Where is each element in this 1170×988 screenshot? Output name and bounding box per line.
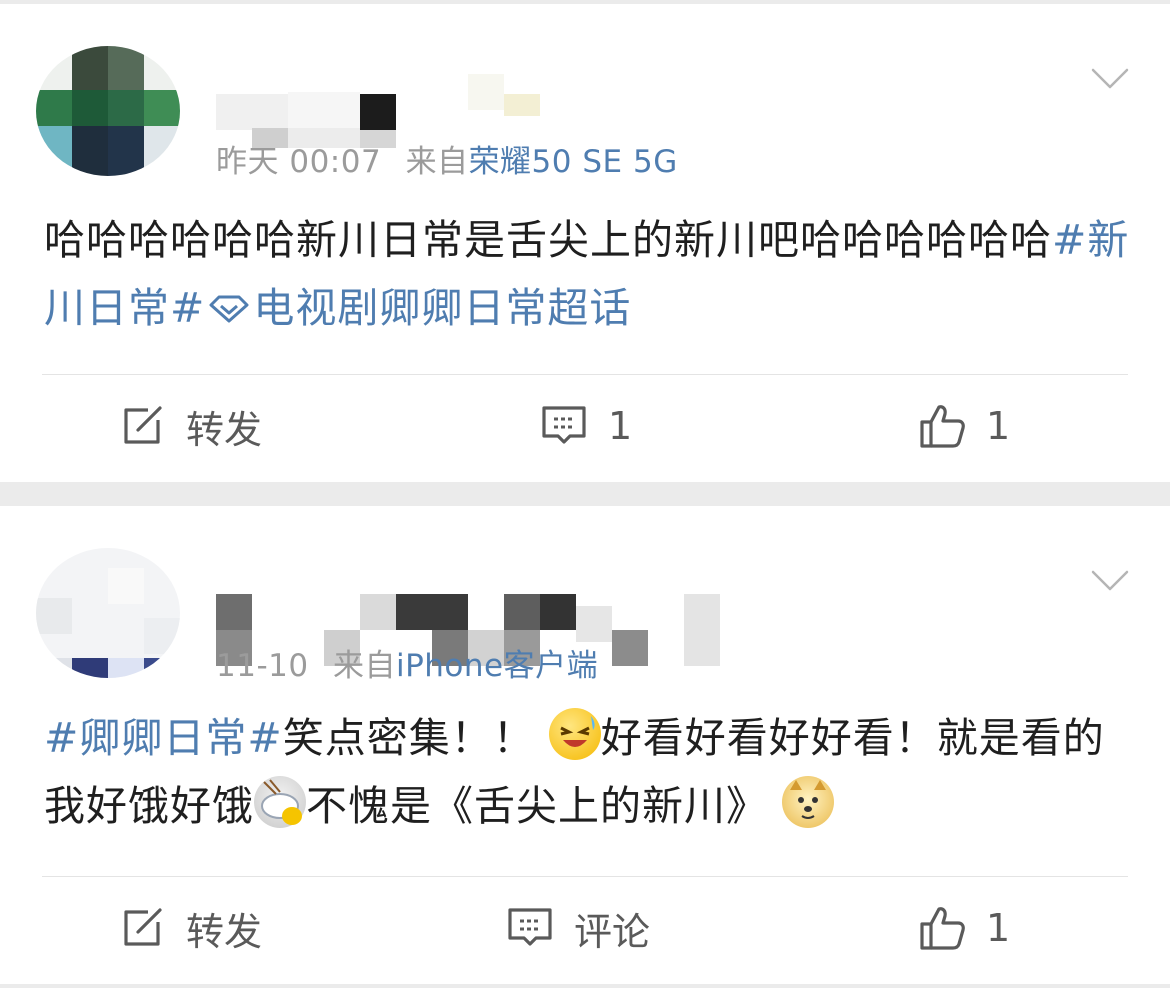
post-text: 哈哈哈哈哈哈新川日常是舌尖上的新川吧哈哈哈哈哈哈#新川日常# 电视剧卿卿日常超话 bbox=[44, 206, 1134, 342]
post-time: 11-10 bbox=[216, 648, 309, 684]
chevron-down-icon[interactable] bbox=[1090, 66, 1130, 92]
post-card[interactable]: 昨天 00:07 来自荣耀50 SE 5G 哈哈哈哈哈哈新川日常是舌尖上的新川吧… bbox=[0, 4, 1170, 482]
action-bar: 转发 1 1 bbox=[0, 394, 1170, 458]
post-text: #卿卿日常#笑点密集！！ 好看好看好好看！就是看的我好饿好饿 不愧是《舌尖上的新… bbox=[44, 704, 1134, 840]
chevron-down-icon[interactable] bbox=[1090, 568, 1130, 594]
username-blurred[interactable] bbox=[216, 546, 736, 666]
avatar[interactable] bbox=[36, 46, 180, 176]
laughing-tears-emoji-icon bbox=[548, 708, 601, 760]
post-meta: 11-10 来自iPhone客户端 bbox=[216, 640, 598, 685]
divider bbox=[42, 374, 1128, 375]
comment-button[interactable]: 评论 bbox=[506, 896, 650, 960]
comment-count: 1 bbox=[608, 404, 633, 448]
hashtag-link[interactable]: #卿卿日常# bbox=[44, 714, 283, 762]
comment-icon bbox=[508, 908, 552, 946]
post-card[interactable]: 11-10 来自iPhone客户端 #卿卿日常#笑点密集！！ 好看好看好好看！就… bbox=[0, 506, 1170, 984]
repost-icon bbox=[124, 908, 162, 946]
supertopic-link[interactable]: 电视剧卿卿日常超话 bbox=[205, 284, 631, 332]
comment-label: 评论 bbox=[574, 909, 651, 954]
repost-label: 转发 bbox=[186, 909, 263, 954]
feed: 昨天 00:07 来自荣耀50 SE 5G 哈哈哈哈哈哈新川日常是舌尖上的新川吧… bbox=[0, 0, 1170, 988]
comment-icon bbox=[542, 406, 586, 444]
supertopic-label[interactable]: 电视剧卿卿日常超话 bbox=[253, 284, 631, 332]
repost-label: 转发 bbox=[186, 407, 263, 452]
divider bbox=[42, 876, 1128, 877]
thumbs-up-icon bbox=[920, 405, 965, 448]
post-meta: 昨天 00:07 来自荣耀50 SE 5G bbox=[216, 136, 678, 181]
post-source[interactable]: 荣耀50 SE 5G bbox=[469, 144, 678, 180]
like-count: 1 bbox=[986, 906, 1011, 950]
thumbs-up-icon bbox=[920, 907, 965, 950]
post-source[interactable]: iPhone客户端 bbox=[396, 648, 598, 684]
like-button[interactable]: 1 bbox=[918, 896, 1010, 960]
username-blurred[interactable] bbox=[216, 44, 736, 148]
diamond-icon bbox=[209, 295, 249, 323]
avatar[interactable] bbox=[36, 548, 180, 678]
repost-button[interactable]: 转发 bbox=[118, 896, 262, 960]
post-text-part: 不愧是《舌尖上的新川》 bbox=[306, 782, 768, 830]
post-time: 昨天 00:07 bbox=[216, 144, 382, 180]
like-button[interactable]: 1 bbox=[918, 394, 1010, 458]
source-prefix: 来自 bbox=[332, 648, 396, 684]
post-text-part: 笑点密集！！ bbox=[282, 714, 535, 762]
comment-button[interactable]: 1 bbox=[540, 394, 632, 458]
repost-icon bbox=[124, 406, 162, 444]
doge-emoji-icon bbox=[782, 776, 835, 828]
action-bar: 转发 评论 1 bbox=[0, 896, 1170, 960]
like-count: 1 bbox=[986, 404, 1011, 448]
drooling-emoji-icon bbox=[254, 776, 306, 828]
repost-button[interactable]: 转发 bbox=[118, 394, 262, 458]
post-text-body: 哈哈哈哈哈哈新川日常是舌尖上的新川吧哈哈哈哈哈哈 bbox=[44, 216, 1052, 264]
source-prefix: 来自 bbox=[405, 144, 469, 180]
